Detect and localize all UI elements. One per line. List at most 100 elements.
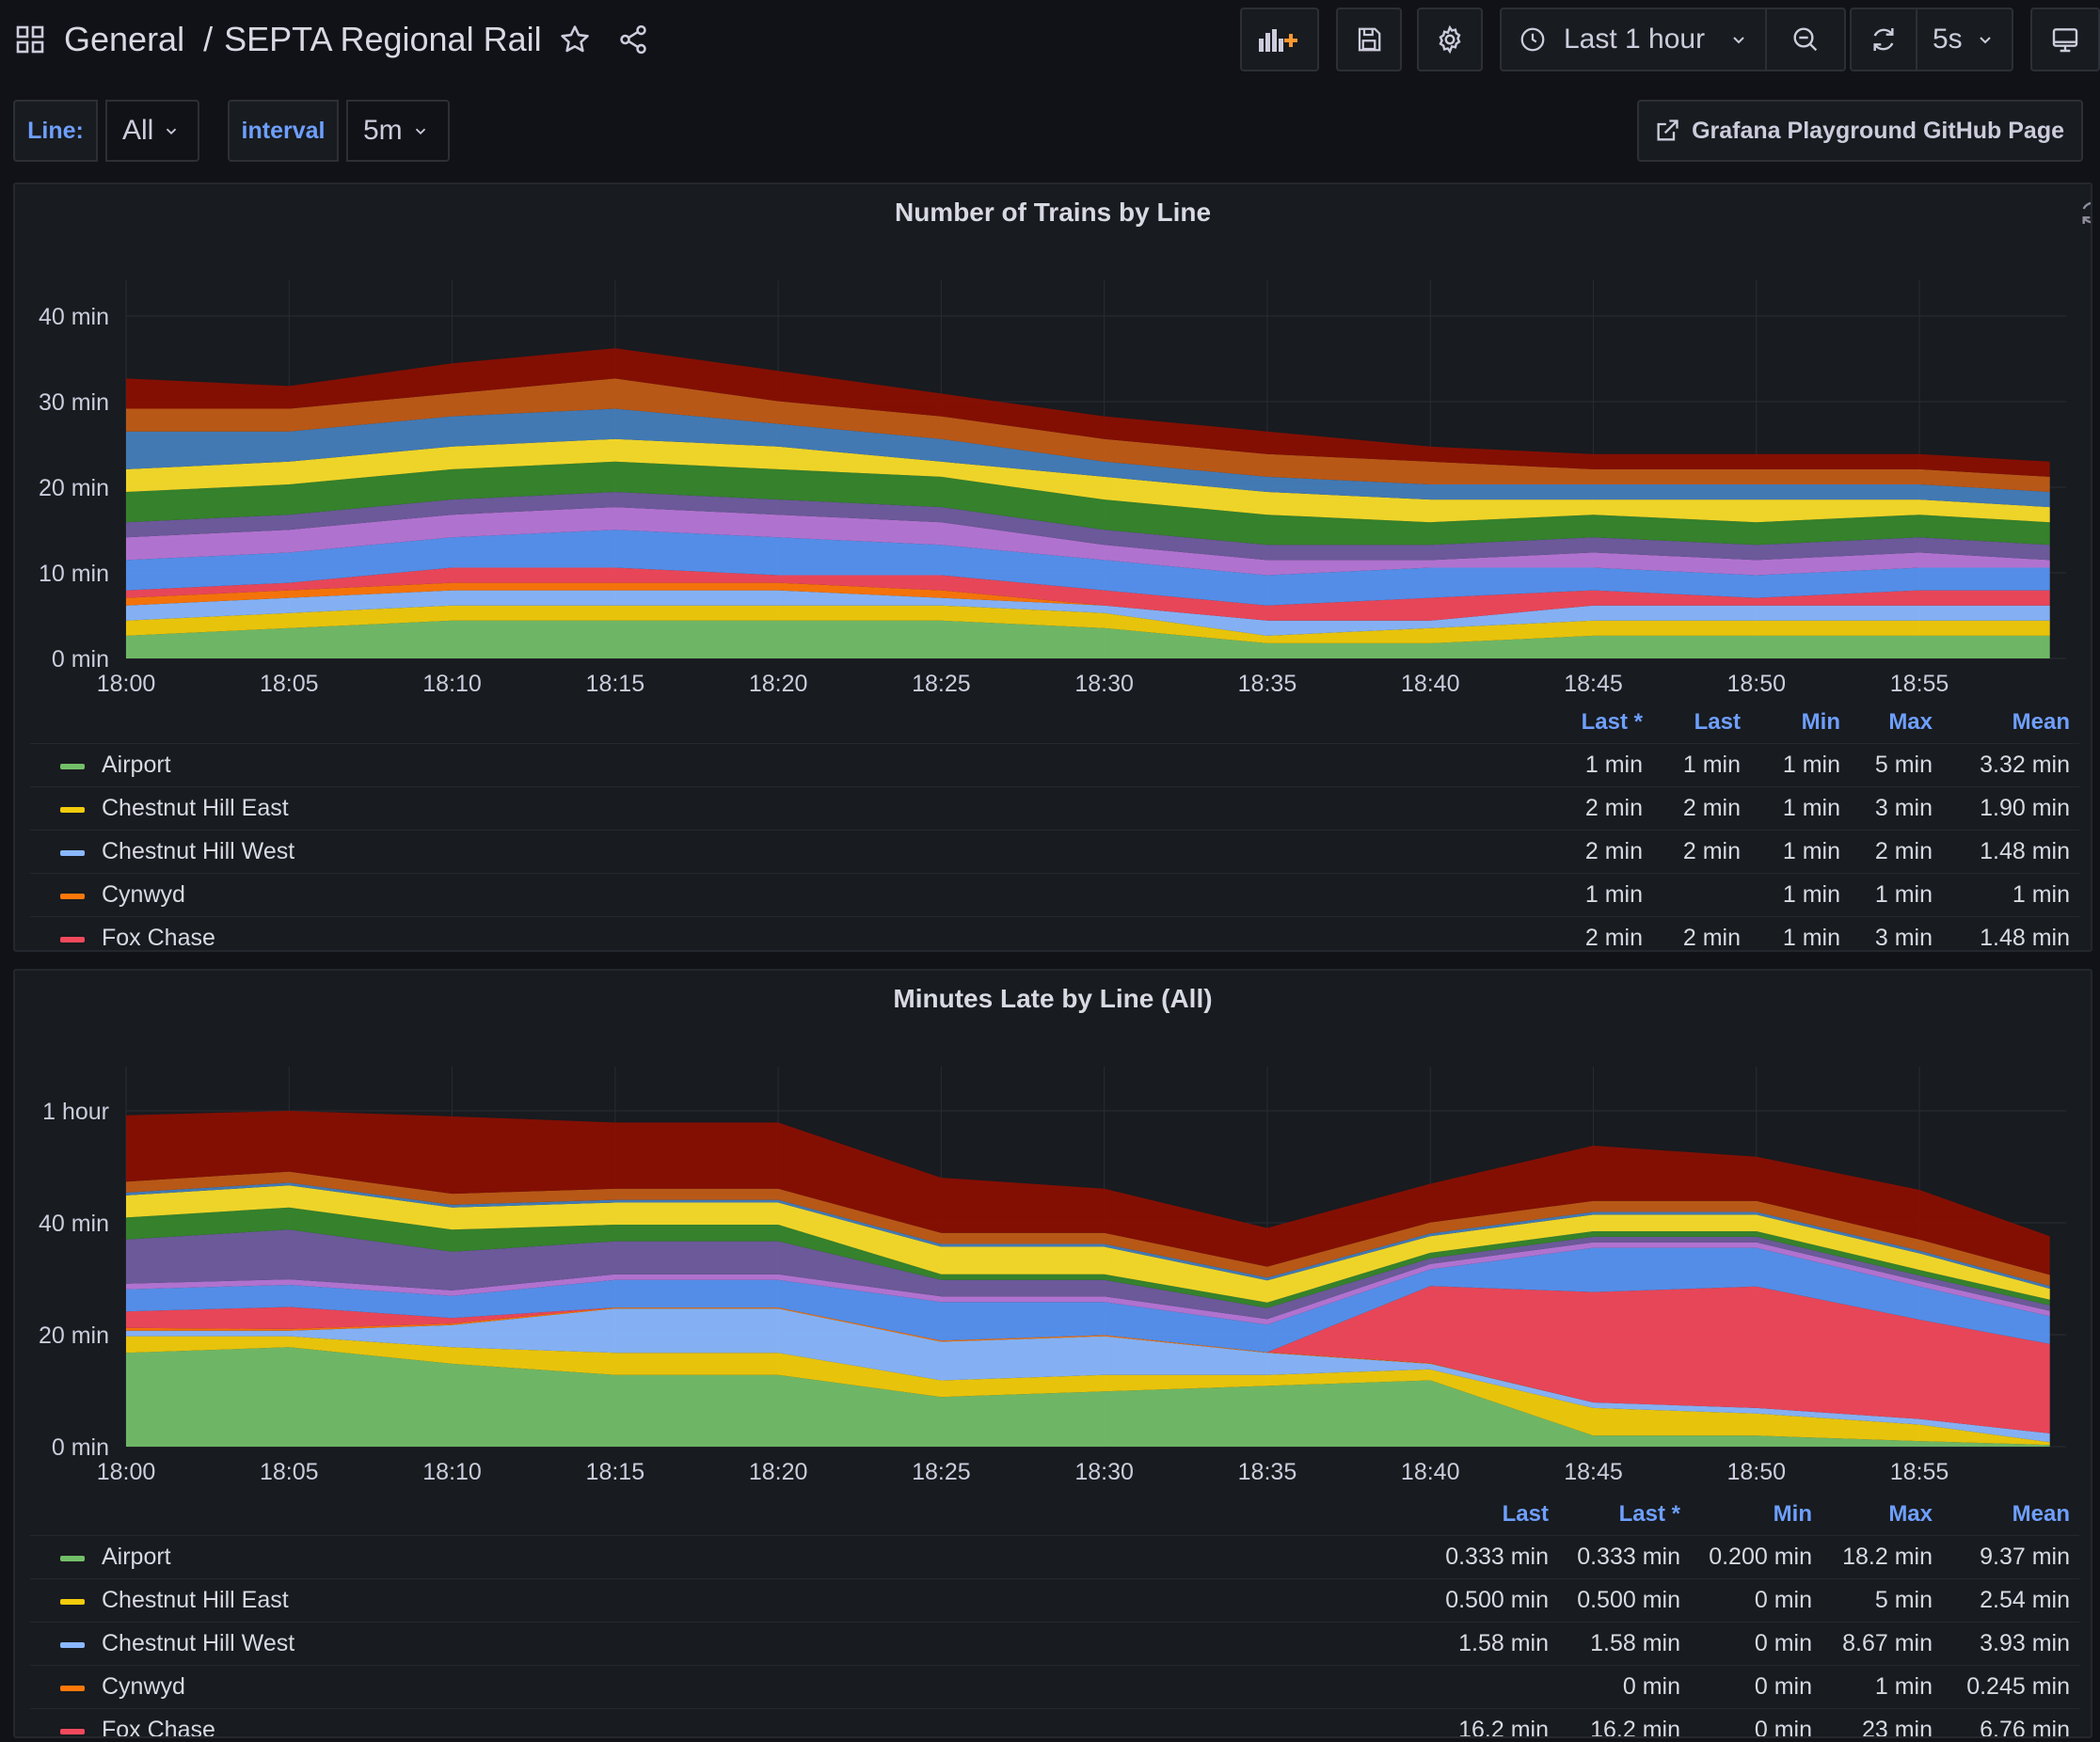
star-icon[interactable] xyxy=(559,24,591,55)
dashboards-grid-icon[interactable] xyxy=(15,24,45,55)
legend-header: Last * Last Min Max Mean xyxy=(30,702,2079,743)
legend-value: 2 min xyxy=(1584,925,1643,951)
legend-row[interactable]: Cynwyd 0 min 0 min 1 min 0.245 min xyxy=(30,1665,2079,1709)
legend-col-header[interactable]: Last * xyxy=(1582,709,1643,736)
legend-value: 3 min xyxy=(1874,795,1933,821)
legend-row[interactable]: Chestnut Hill West 1.58 min 1.58 min 0 m… xyxy=(30,1622,2079,1666)
chevron-down-icon xyxy=(1979,37,1991,44)
tv-mode-button[interactable] xyxy=(2030,8,2100,71)
legend-row[interactable]: Chestnut Hill East 0.500 min 0.500 min 0… xyxy=(30,1578,2079,1623)
legend-value: 3.93 min xyxy=(1980,1630,2070,1656)
refresh-interval-picker[interactable]: 5s xyxy=(1916,8,2013,71)
zoom-out-button[interactable] xyxy=(1765,8,1846,71)
x-tick-label: 18:15 xyxy=(586,671,645,697)
minutes-late-chart[interactable]: 0 min 20 min 40 min 1 hour 18:00 18:05 18:10 18… xyxy=(15,971,2091,1503)
legend-col-header[interactable]: Last xyxy=(1503,1501,1549,1528)
legend-row[interactable]: Airport 0.333 min 0.333 min 0.200 min 18… xyxy=(30,1535,2079,1579)
legend-value: 1.48 min xyxy=(1980,925,2070,951)
x-tick-label: 18:45 xyxy=(1564,671,1623,697)
x-tick-label: 18:00 xyxy=(97,1459,156,1485)
series-color-swatch xyxy=(60,894,85,899)
legend-row[interactable]: Fox Chase 2 min 2 min 1 min 3 min 1.48 m… xyxy=(30,916,2079,951)
trains-by-line-panel: Number of Trains by Line 0 min 10 min 20 m… xyxy=(13,182,2092,952)
github-page-link-label: Grafana Playground GitHub Page xyxy=(1692,117,2064,144)
line-variable-select[interactable]: All xyxy=(105,100,199,162)
y-tick-label: 10 min xyxy=(39,561,109,587)
legend-value: 8.67 min xyxy=(1842,1630,1933,1656)
legend-col-header[interactable]: Mean xyxy=(2012,1501,2070,1528)
legend-value: 3 min xyxy=(1874,925,1933,951)
legend-value: 2 min xyxy=(1682,838,1741,864)
x-tick-label: 18:10 xyxy=(422,671,482,697)
share-icon[interactable] xyxy=(617,24,649,55)
x-tick-label: 18:20 xyxy=(749,671,808,697)
legend-col-header[interactable]: Min xyxy=(1774,1501,1812,1528)
legend-row[interactable]: Chestnut Hill East 2 min 2 min 1 min 3 m… xyxy=(30,786,2079,831)
legend-value: 2 min xyxy=(1682,795,1741,821)
y-tick-label: 1 hour xyxy=(42,1099,109,1125)
legend-col-header[interactable]: Mean xyxy=(2012,709,2070,736)
gear-icon xyxy=(1439,24,1461,55)
series-color-swatch xyxy=(60,1599,85,1605)
legend-value: 1.90 min xyxy=(1980,795,2070,821)
github-page-link[interactable]: Grafana Playground GitHub Page xyxy=(1637,100,2083,162)
add-panel-button[interactable] xyxy=(1240,8,1319,71)
interval-variable-select[interactable]: 5m xyxy=(346,100,450,162)
chevron-down-icon xyxy=(1733,37,1744,44)
legend-value: 0 min xyxy=(1754,1630,1812,1656)
legend-value: 2 min xyxy=(1682,925,1741,951)
x-tick-label: 18:05 xyxy=(260,1459,319,1485)
series-color-swatch xyxy=(60,1556,85,1561)
legend-col-header[interactable]: Max xyxy=(1888,1501,1933,1528)
legend-row[interactable]: Airport 1 min 1 min 1 min 5 min 3.32 min xyxy=(30,743,2079,787)
legend-row[interactable]: Chestnut Hill West 2 min 2 min 1 min 2 m… xyxy=(30,830,2079,874)
legend-value: 2.54 min xyxy=(1980,1587,2070,1613)
minutes-late-panel: Minutes Late by Line (All) 0 min 20 min 40… xyxy=(13,969,2092,1738)
x-tick-label: 18:00 xyxy=(97,671,156,697)
series-name: Cynwyd xyxy=(102,881,185,908)
legend-value: 0.500 min xyxy=(1445,1587,1549,1613)
y-tick-label: 30 min xyxy=(39,389,109,416)
legend-col-header[interactable]: Last * xyxy=(1619,1501,1680,1528)
legend-col-header[interactable]: Max xyxy=(1888,709,1933,736)
x-tick-label: 18:25 xyxy=(912,1459,971,1485)
legend-value: 1 min xyxy=(1782,795,1840,821)
legend-row[interactable]: Cynwyd 1 min 1 min 1 min 1 min xyxy=(30,873,2079,917)
legend-value: 0.500 min xyxy=(1577,1587,1680,1613)
breadcrumb-folder[interactable]: General xyxy=(64,20,184,59)
legend-value: 23 min xyxy=(1861,1717,1933,1738)
x-tick-label: 18:50 xyxy=(1726,1459,1786,1485)
zoom-out-icon xyxy=(1793,27,1818,52)
legend-value: 1 min xyxy=(1874,881,1933,908)
refresh-icon xyxy=(1873,28,1894,51)
dashboard-settings-button[interactable] xyxy=(1417,8,1483,71)
refresh-interval-label: 5s xyxy=(1933,24,1963,55)
y-tick-label: 0 min xyxy=(52,646,109,673)
legend-row[interactable]: Fox Chase 16.2 min 16.2 min 0 min 23 min… xyxy=(30,1708,2079,1738)
series-color-swatch xyxy=(60,1642,85,1648)
variables-bar: Line: All interval 5m Grafana Playground… xyxy=(0,98,2100,164)
series-name: Chestnut Hill West xyxy=(102,1630,295,1656)
chevron-down-icon xyxy=(415,128,425,135)
trains-by-line-chart[interactable]: 0 min 10 min 20 min 30 min 40 min 18:00 18:05 1… xyxy=(15,184,2091,711)
y-tick-label: 0 min xyxy=(52,1434,109,1461)
series-name: Fox Chase xyxy=(102,925,215,951)
legend-table: Last Last * Min Max Mean Airport 0.333 m… xyxy=(30,1494,2079,1736)
time-range-picker[interactable]: Last 1 hour xyxy=(1500,8,1767,71)
series-color-swatch xyxy=(60,807,85,813)
series-name: Cynwyd xyxy=(102,1673,185,1700)
series-name: Airport xyxy=(102,1544,171,1570)
legend-value: 16.2 min xyxy=(1458,1717,1549,1738)
x-tick-label: 18:15 xyxy=(586,1459,645,1485)
dashboard-title[interactable]: SEPTA Regional Rail xyxy=(224,20,542,59)
breadcrumb-separator: / xyxy=(203,20,214,58)
legend-col-header[interactable]: Min xyxy=(1802,709,1840,736)
legend-value: 0.245 min xyxy=(1966,1673,2070,1700)
series-color-swatch xyxy=(60,1729,85,1734)
x-tick-label: 18:30 xyxy=(1074,1459,1134,1485)
legend-col-header[interactable]: Last xyxy=(1694,709,1741,736)
top-navbar: General / SEPTA Regional Rail Last 1 hou… xyxy=(0,0,2100,81)
legend-header: Last Last * Min Max Mean xyxy=(30,1494,2079,1535)
save-dashboard-button[interactable] xyxy=(1336,8,1402,71)
refresh-button[interactable] xyxy=(1850,8,1917,71)
